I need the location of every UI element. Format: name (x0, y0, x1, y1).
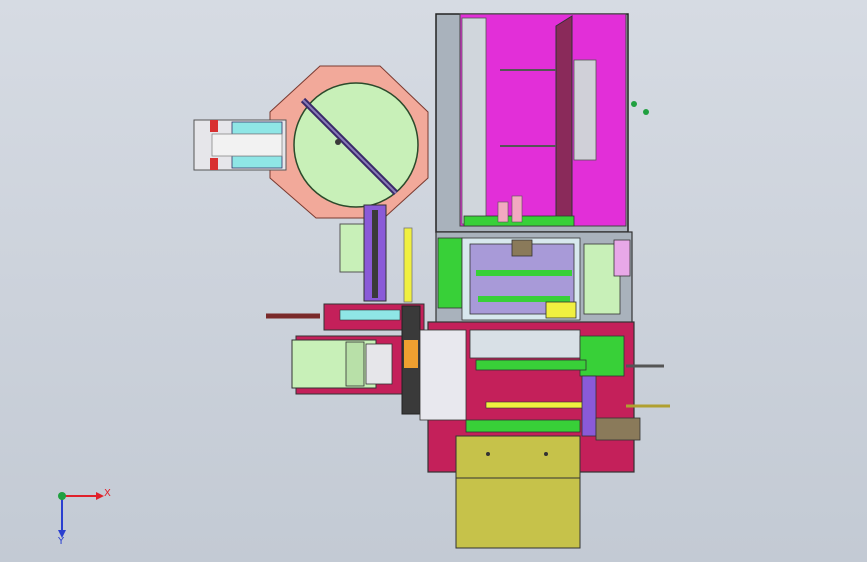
base-rail-1 (475, 359, 587, 371)
mid-slide-rail (476, 270, 572, 276)
base-purple-post (581, 375, 597, 437)
base-left-bracket (419, 329, 467, 421)
middle-mechanism (435, 231, 633, 331)
tray-top (455, 435, 581, 481)
feeder-disc (293, 82, 419, 208)
tray-bolt-2 (544, 452, 548, 456)
mid-slide-rail-2 (478, 296, 570, 302)
rotary-feeder (269, 65, 429, 219)
chute-slot (372, 210, 378, 298)
top-cabinet (435, 13, 649, 233)
cad-viewport[interactable]: X Y (0, 0, 867, 562)
arm-body (211, 133, 283, 157)
y-axis-label: Y (57, 536, 65, 547)
collection-tray (455, 435, 581, 549)
left-arm-cylinder (193, 119, 287, 171)
tray-bolt-1 (486, 452, 490, 456)
x-axis-label: X (104, 488, 111, 499)
cabinet-pin-1 (497, 201, 509, 223)
cabinet-left-post (461, 17, 487, 225)
base-brown-block (595, 417, 641, 441)
tray-body (455, 477, 581, 549)
mid-clamp (511, 239, 533, 257)
cylinder-cyan-rail (339, 309, 401, 321)
arm-clamp-top (210, 120, 218, 132)
x-axis-arrowhead (96, 492, 104, 500)
coordinate-triad: X Y (57, 488, 111, 547)
base-rail-2 (465, 419, 581, 433)
mid-left-green-block (437, 237, 463, 309)
base-yellow-rod (485, 401, 587, 409)
cabinet-pin-2 (511, 195, 523, 223)
feeder-chute (339, 204, 413, 303)
cabinet-fitting-1 (631, 101, 637, 107)
cabinet-fitting-2 (643, 109, 649, 115)
feeder-hub (335, 139, 341, 145)
cabinet-divider (555, 15, 573, 223)
mid-yellow-block (545, 301, 577, 319)
arm-rod-bottom (231, 155, 283, 169)
cabinet-side-block (573, 59, 597, 161)
triad-origin (58, 492, 66, 500)
ram-orange-block (404, 340, 418, 368)
base-top-block (469, 329, 581, 359)
cylinder-end-cap (345, 341, 365, 387)
arm-clamp-bottom (210, 158, 218, 170)
mid-right-tab (613, 239, 631, 277)
arm-rod-top (231, 121, 283, 135)
assembly-drawing: X Y (57, 13, 670, 549)
left-cylinder (266, 303, 425, 415)
cylinder-head (365, 343, 393, 385)
base-green-block (579, 335, 625, 377)
sensor-rod (403, 227, 413, 303)
